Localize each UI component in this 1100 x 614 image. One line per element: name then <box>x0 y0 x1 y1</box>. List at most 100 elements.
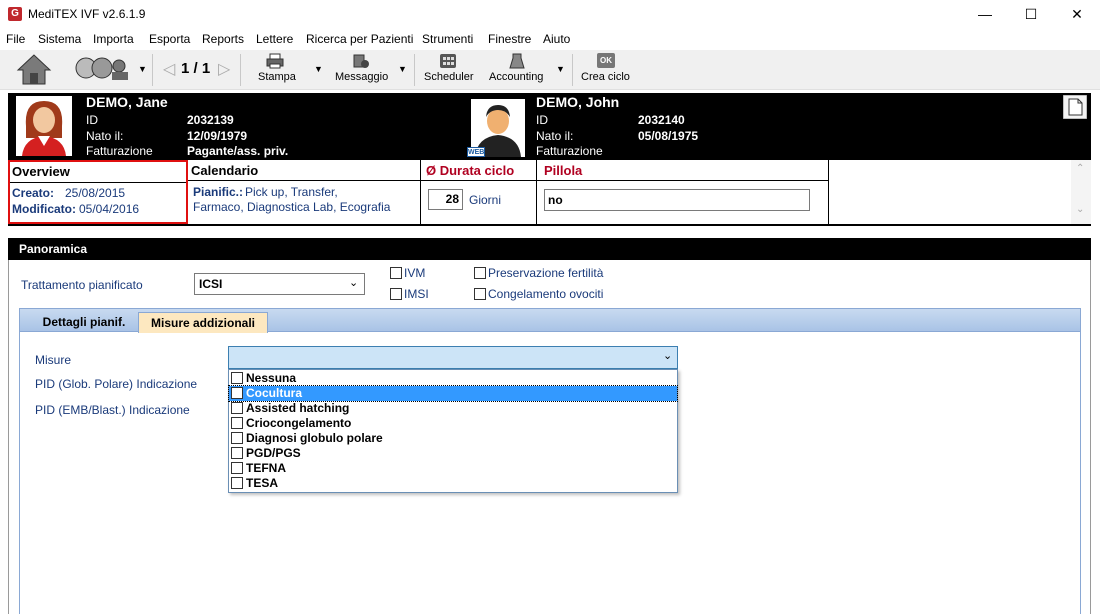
dropdown-option[interactable]: Diagnosi globulo polare <box>229 431 677 446</box>
dropdown-option[interactable]: TEFNA <box>229 461 677 476</box>
accounting-button[interactable]: Accounting <box>489 71 543 83</box>
option-checkbox[interactable] <box>231 372 243 384</box>
durata-panel: Ø Durata ciclo 28 Giorni <box>421 160 537 224</box>
dropdown-option[interactable]: Criocongelamento <box>229 416 677 431</box>
tab-misure[interactable]: Misure addizionali <box>138 312 268 333</box>
durata-field[interactable]: 28 <box>428 189 463 210</box>
pillola-field[interactable]: no <box>544 189 810 211</box>
messaggio-dropdown-icon[interactable]: ▼ <box>398 64 407 74</box>
scheduler-icon[interactable] <box>439 53 457 69</box>
congelamento-checkbox[interactable] <box>474 288 486 300</box>
accounting-dropdown-icon[interactable]: ▼ <box>556 64 565 74</box>
pid-polar-label: PID (Glob. Polare) Indicazione <box>35 377 198 391</box>
durata-title: Ø Durata ciclo <box>426 163 515 178</box>
panoramica-header: Panoramica <box>8 238 1091 260</box>
stampa-button[interactable]: Stampa <box>258 71 296 83</box>
ok-icon[interactable]: OK <box>597 53 615 68</box>
maximize-button[interactable]: ☐ <box>1008 0 1054 28</box>
accounting-icon[interactable] <box>508 53 526 69</box>
option-label: Diagnosi globulo polare <box>246 431 383 445</box>
menu-aiuto[interactable]: Aiuto <box>543 32 570 46</box>
planned-line2: Farmaco, Diagnostica Lab, Ecografia <box>193 200 391 214</box>
web-badge: WEB <box>467 147 485 157</box>
menu-importa[interactable]: Importa <box>93 32 134 46</box>
stampa-dropdown-icon[interactable]: ▼ <box>314 64 323 74</box>
minimize-button[interactable]: — <box>962 0 1008 28</box>
chevron-down-icon[interactable]: ⌄ <box>663 349 672 362</box>
option-label: Criocongelamento <box>246 416 352 430</box>
dropdown-option[interactable]: PGD/PGS <box>229 446 677 461</box>
planned-label: Pianific.: <box>193 185 244 199</box>
dropdown-option[interactable]: Nessuna <box>229 371 677 386</box>
messaggio-button[interactable]: Messaggio <box>335 71 388 83</box>
pillola-title: Pillola <box>544 163 583 178</box>
panoramica-body: Trattamento pianificato ICSI ⌄ IVM IMSI … <box>8 260 1091 614</box>
dropdown-option[interactable]: Assisted hatching <box>229 401 677 416</box>
female-name[interactable]: DEMO, Jane <box>86 94 168 110</box>
male-name[interactable]: DEMO, John <box>536 94 619 110</box>
scroll-down-icon[interactable]: ⌄ <box>1076 204 1084 215</box>
option-checkbox[interactable] <box>231 432 243 444</box>
menu-reports[interactable]: Reports <box>202 32 244 46</box>
preservazione-label: Preservazione fertilità <box>488 266 604 280</box>
option-checkbox[interactable] <box>231 387 243 399</box>
preservazione-checkbox[interactable] <box>474 267 486 279</box>
option-checkbox[interactable] <box>231 477 243 489</box>
overview-panel[interactable]: Overview Creato: 25/08/2015 Modificato: … <box>8 160 188 224</box>
menu-esporta[interactable]: Esporta <box>149 32 190 46</box>
misure-select[interactable]: ⌄ <box>228 346 678 369</box>
chevron-down-icon[interactable]: ⌄ <box>349 276 358 289</box>
imsi-checkbox[interactable] <box>390 288 402 300</box>
male-id-label: ID <box>536 113 548 127</box>
female-id-label: ID <box>86 113 98 127</box>
durata-unit: Giorni <box>469 193 502 207</box>
dropdown-option[interactable]: TESA <box>229 476 677 491</box>
message-icon[interactable] <box>352 53 370 69</box>
option-label: PGD/PGS <box>246 446 301 460</box>
male-billing-label: Fatturazione <box>536 144 603 158</box>
ivm-checkbox[interactable] <box>390 267 402 279</box>
close-button[interactable]: ✕ <box>1054 0 1100 28</box>
couple-icon[interactable] <box>74 54 134 84</box>
tab-dettagli[interactable]: Dettagli pianif. <box>30 312 138 333</box>
male-birth: 05/08/1975 <box>638 129 699 143</box>
menu-sistema[interactable]: Sistema <box>38 32 81 46</box>
couple-dropdown-icon[interactable]: ▼ <box>138 64 147 74</box>
scheduler-button[interactable]: Scheduler <box>424 71 474 83</box>
menu-file[interactable]: File <box>6 32 25 46</box>
option-label: Cocultura <box>246 386 303 400</box>
calendario-title: Calendario <box>191 163 259 178</box>
title-bar: G MediTEX IVF v2.6.1.9 — ☐ ✕ <box>0 0 1100 28</box>
congelamento-label: Congelamento ovociti <box>488 287 604 301</box>
toolbar-separator <box>572 54 573 86</box>
document-icon[interactable] <box>1063 95 1087 119</box>
treatment-label: Trattamento pianificato <box>21 278 143 292</box>
option-checkbox[interactable] <box>231 462 243 474</box>
female-billing-label: Fatturazione <box>86 144 153 158</box>
patient-header: DEMO, Jane ID 2032139 Nato il: 12/09/197… <box>8 93 1091 226</box>
option-checkbox[interactable] <box>231 402 243 414</box>
menu-strumenti[interactable]: Strumenti <box>422 32 473 46</box>
menu-lettere[interactable]: Lettere <box>256 32 293 46</box>
info-scrollbar[interactable]: ⌃ ⌄ <box>1071 160 1091 224</box>
calendario-panel[interactable]: Calendario Pianific.: Pick up, Transfer,… <box>188 160 421 224</box>
toolbar-separator <box>152 54 153 86</box>
next-page-icon[interactable]: ▷ <box>218 59 230 79</box>
scroll-up-icon[interactable]: ⌃ <box>1076 163 1084 174</box>
treatment-select[interactable]: ICSI ⌄ <box>194 273 365 295</box>
option-checkbox[interactable] <box>231 417 243 429</box>
printer-icon[interactable] <box>266 53 284 69</box>
pager-text: 1 / 1 <box>181 60 211 77</box>
dropdown-option-highlighted[interactable]: Cocultura <box>228 385 678 402</box>
home-icon[interactable] <box>16 52 52 86</box>
toolbar-separator <box>240 54 241 86</box>
menu-ricerca[interactable]: Ricerca per Pazienti <box>306 32 413 46</box>
menu-finestre[interactable]: Finestre <box>488 32 531 46</box>
prev-page-icon[interactable]: ◁ <box>163 59 175 79</box>
crea-ciclo-button[interactable]: Crea ciclo <box>581 71 630 83</box>
imsi-label: IMSI <box>404 287 429 301</box>
overview-title: Overview <box>12 164 70 179</box>
option-checkbox[interactable] <box>231 447 243 459</box>
option-label: Assisted hatching <box>246 401 350 415</box>
modified-label: Modificato: <box>12 202 76 216</box>
